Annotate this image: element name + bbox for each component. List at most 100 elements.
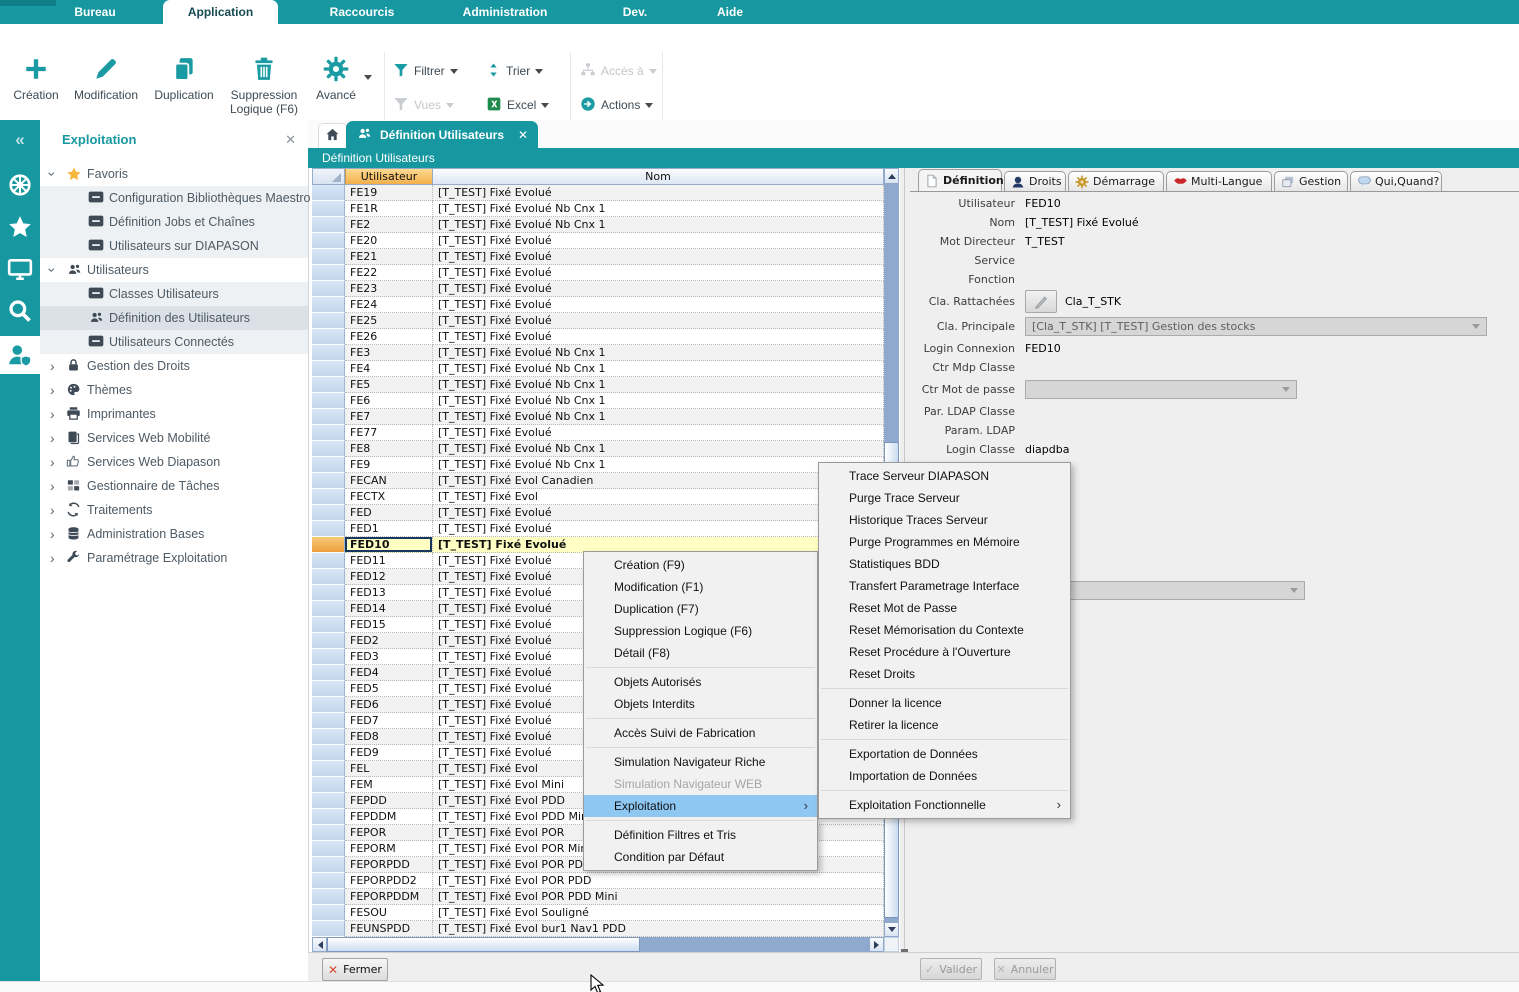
cell-nom[interactable]: [T_TEST] Fixé Evolué [433,297,884,313]
cell-utilisateur[interactable]: FED11 [345,553,433,569]
cell-utilisateur[interactable]: FE20 [345,233,433,249]
submenu-item-statistiques-bdd[interactable]: Statistiques BDD [819,553,1070,575]
close-tab-icon[interactable]: ✕ [518,128,528,142]
cell-utilisateur[interactable]: FED9 [345,745,433,761]
submenu-item-reset-proc-dure-l-ouverture[interactable]: Reset Procédure à l'Ouverture [819,641,1070,663]
tab-droits[interactable]: Droits [1004,171,1066,191]
chevron-right-icon[interactable]: › [50,402,55,426]
row-marker[interactable] [312,537,345,553]
context-menu-item-modification-f1[interactable]: Modification (F1) [584,576,817,598]
row-marker[interactable] [312,633,345,649]
row-marker[interactable] [312,793,345,809]
row-marker[interactable] [312,761,345,777]
row-marker[interactable] [312,489,345,505]
cell-nom[interactable]: [T_TEST] Fixé Evolué [433,313,884,329]
submenu-item-purge-programmes-en-m-moire[interactable]: Purge Programmes en Mémoire [819,531,1070,553]
cell-nom[interactable]: [T_TEST] Fixé Evolué [433,185,884,201]
menu-aide[interactable]: Aide [713,0,747,24]
submenu-item-purge-trace-serveur[interactable]: Purge Trace Serveur [819,487,1070,509]
table-row-fe8[interactable]: FE8[T_TEST] Fixé Evolué Nb Cnx 1 [312,441,884,457]
cell-nom[interactable]: [T_TEST] Fixé Evol POR PDD Mini [433,889,884,905]
cell-utilisateur[interactable]: FE25 [345,313,433,329]
submenu-item-donner-la-licence[interactable]: Donner la licence [819,692,1070,714]
table-row-fe77[interactable]: FE77[T_TEST] Fixé Evolué [312,425,884,441]
users-admin-rail-active[interactable] [0,336,40,374]
home-tab[interactable] [318,123,347,149]
cell-utilisateur[interactable]: FED14 [345,601,433,617]
row-marker[interactable] [312,473,345,489]
row-marker[interactable] [312,889,345,905]
cell-utilisateur[interactable]: FED15 [345,617,433,633]
tree-item-services-web-diapason[interactable]: ›Services Web Diapason [40,450,308,474]
favorites-star-icon[interactable] [7,214,33,240]
avance-button[interactable]: Avancé [310,56,362,102]
cell-utilisateur[interactable]: FE22 [345,265,433,281]
row-marker[interactable] [312,457,345,473]
table-row-fe23[interactable]: FE23[T_TEST] Fixé Evolué [312,281,884,297]
cell-utilisateur[interactable]: FED6 [345,697,433,713]
cell-nom[interactable]: [T_TEST] Fixé Evolué Nb Cnx 1 [433,441,884,457]
table-row-feporpddm[interactable]: FEPORPDDM[T_TEST] Fixé Evol POR PDD Mini [312,889,884,905]
table-row-fe3[interactable]: FE3[T_TEST] Fixé Evolué Nb Cnx 1 [312,345,884,361]
row-marker[interactable] [312,393,345,409]
row-marker[interactable] [312,265,345,281]
cell-utilisateur[interactable]: FED3 [345,649,433,665]
tab-qui-quand[interactable]: Qui,Quand? [1350,171,1442,191]
chevron-right-icon[interactable]: › [50,474,55,498]
row-marker[interactable] [312,713,345,729]
row-marker[interactable] [312,649,345,665]
cell-nom[interactable]: [T_TEST] Fixé Evolué [433,249,884,265]
menu-raccourcis[interactable]: Raccourcis [326,0,399,24]
column-header-nom[interactable]: Nom [433,168,884,185]
table-row-fe6[interactable]: FE6[T_TEST] Fixé Evolué Nb Cnx 1 [312,393,884,409]
avance-caret-icon[interactable] [364,80,372,98]
cell-utilisateur[interactable]: FED10 [345,537,433,553]
cell-utilisateur[interactable]: FED8 [345,729,433,745]
table-row-fe20[interactable]: FE20[T_TEST] Fixé Evolué [312,233,884,249]
row-marker[interactable] [312,697,345,713]
tree-item-param-trage-exploitation[interactable]: ›Paramétrage Exploitation [40,546,308,570]
tree-item-imprimantes[interactable]: ›Imprimantes [40,402,308,426]
context-menu-item-simulation-navigateur-riche[interactable]: Simulation Navigateur Riche [584,751,817,773]
tree-item-configuration-biblioth-ques-maestro[interactable]: Configuration Bibliothèques Maestro [40,186,308,210]
context-menu-item-d-finition-filtres-et-tris[interactable]: Définition Filtres et Tris [584,824,817,846]
table-row-fecan[interactable]: FECAN[T_TEST] Fixé Evol Canadien [312,473,884,489]
row-marker[interactable] [312,585,345,601]
cell-utilisateur[interactable]: FEPOR [345,825,433,841]
tab-gestion[interactable]: Gestion [1274,171,1348,191]
table-row-fe22[interactable]: FE22[T_TEST] Fixé Evolué [312,265,884,281]
tree-item-traitements[interactable]: ›Traitements [40,498,308,522]
tree-item-administration-bases[interactable]: ›Administration Bases [40,522,308,546]
tree-item-d-finition-jobs-et-cha-nes[interactable]: Définition Jobs et Chaînes [40,210,308,234]
cell-utilisateur[interactable]: FE6 [345,393,433,409]
cell-utilisateur[interactable]: FE2 [345,217,433,233]
cell-utilisateur[interactable]: FE23 [345,281,433,297]
cell-nom[interactable]: [T_TEST] Fixé Evol bur1 Nav1 PDD [433,921,884,937]
tree-item-gestionnaire-de-t-ches[interactable]: ›Gestionnaire de Tâches [40,474,308,498]
table-row-fed1[interactable]: FED1[T_TEST] Fixé Evolué [312,521,884,537]
submenu-item-reset-m-morisation-du-contexte[interactable]: Reset Mémorisation du Contexte [819,619,1070,641]
cell-nom[interactable]: [T_TEST] Fixé Evolué Nb Cnx 1 [433,217,884,233]
tab-d-finition[interactable]: Définition [918,169,1002,191]
search-icon[interactable] [7,298,33,324]
table-row-fe26[interactable]: FE26[T_TEST] Fixé Evolué [312,329,884,345]
row-marker[interactable] [312,377,345,393]
row-marker[interactable] [312,297,345,313]
cell-utilisateur[interactable]: FE77 [345,425,433,441]
cell-nom[interactable]: [T_TEST] Fixé Evolué [433,329,884,345]
cell-nom[interactable]: [T_TEST] Fixé Evolué Nb Cnx 1 [433,409,884,425]
submenu-item-transfert-parametrage-interface[interactable]: Transfert Parametrage Interface [819,575,1070,597]
cla-principale-select[interactable]: [Cla_T_STK] [T_TEST] Gestion des stocks [1025,317,1487,336]
select-all-corner[interactable] [312,168,345,185]
table-row-fesou[interactable]: FESOU[T_TEST] Fixé Evol Souligné [312,905,884,921]
context-menu-item-suppression-logique-f6[interactable]: Suppression Logique (F6) [584,620,817,642]
scroll-down-button[interactable] [884,922,899,937]
cell-utilisateur[interactable]: FED2 [345,633,433,649]
cell-utilisateur[interactable]: FECAN [345,473,433,489]
row-marker[interactable] [312,553,345,569]
chevron-right-icon[interactable]: › [50,450,55,474]
context-menu-item-d-tail-f8[interactable]: Détail (F8) [584,642,817,664]
row-marker[interactable] [312,281,345,297]
tree-item-favoris[interactable]: ›Favoris [40,162,308,186]
table-row-fe2[interactable]: FE2[T_TEST] Fixé Evolué Nb Cnx 1 [312,217,884,233]
